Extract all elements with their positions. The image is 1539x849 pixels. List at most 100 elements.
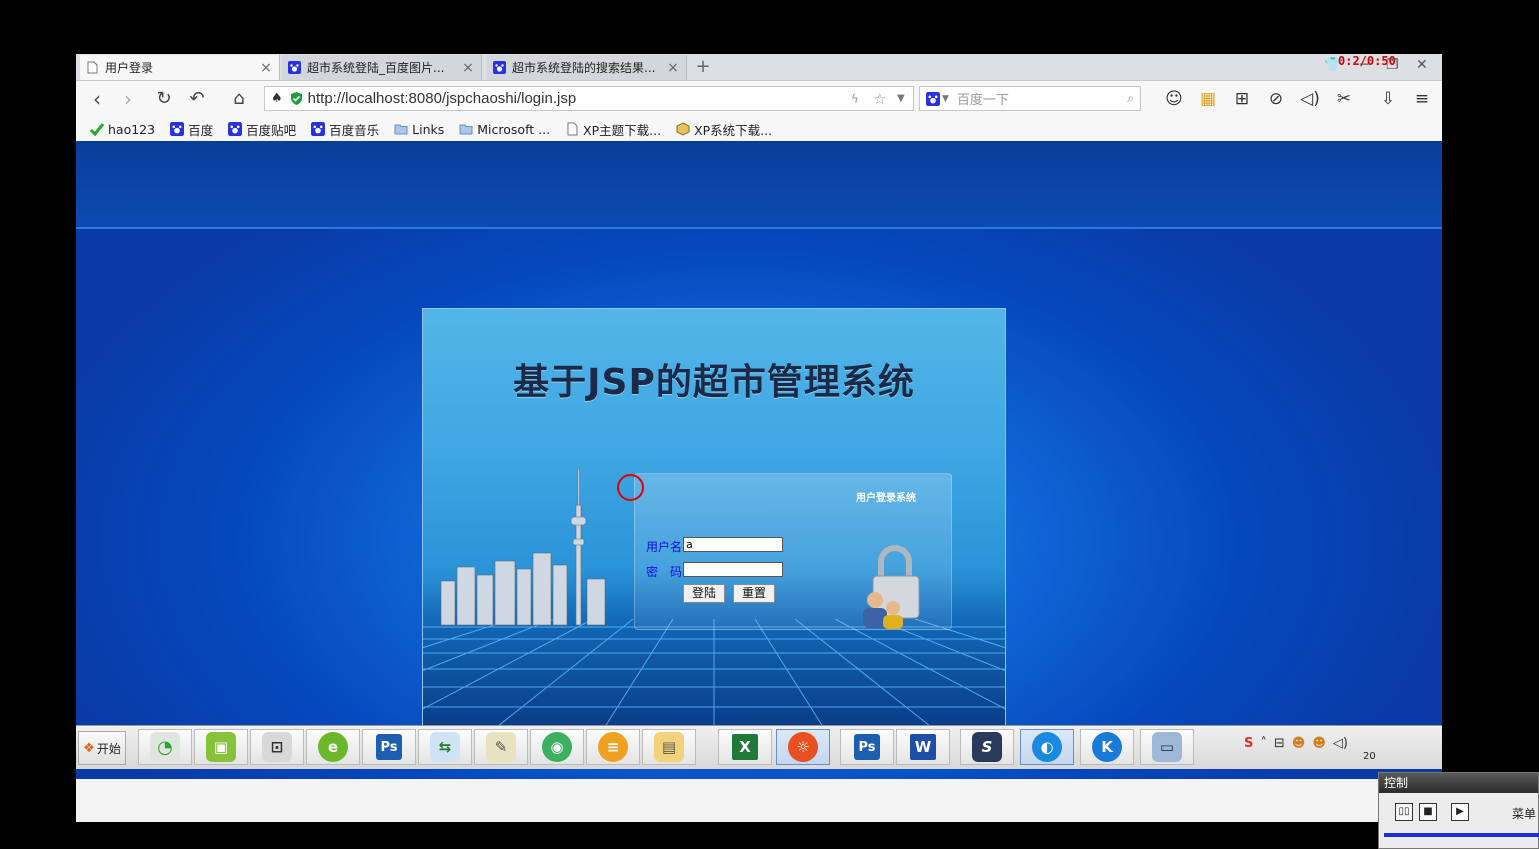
sogou-icon[interactable]: S	[1244, 736, 1253, 751]
search-icon[interactable]: ⌕	[1127, 91, 1134, 106]
reset-button[interactable]: 重置	[733, 584, 775, 603]
taskbar-app-android[interactable]: ▣	[194, 729, 248, 765]
new-tab-button[interactable]: +	[692, 57, 714, 77]
control-stop-button[interactable]: ■	[1419, 803, 1437, 821]
bookmark-folder-links[interactable]: Links	[394, 122, 444, 137]
tab-baidu-images[interactable]: 超市系统登陆_百度图片... ×	[282, 55, 482, 80]
transfer-icon: ⇆	[430, 732, 460, 762]
remote-desktop-icon: ▭	[1152, 732, 1182, 762]
photoshop-icon: Ps	[376, 734, 402, 760]
back-icon[interactable]: ‹	[86, 88, 108, 110]
taskbar-app-network[interactable]: ⊡	[250, 729, 304, 765]
tab-baidu-search[interactable]: 超市系统登陆的搜索结果... ×	[487, 55, 687, 80]
url-text: http://localhost:8080/jspchaoshi/login.j…	[307, 90, 577, 107]
chevron-down-icon[interactable]: ▼	[897, 93, 905, 104]
bookmark-hao123[interactable]: hao123	[90, 122, 155, 137]
login-subtitle: 用户登录系统	[856, 493, 916, 504]
control-pause-button[interactable]: ▯▯	[1395, 803, 1413, 821]
taskbar-app-kugou[interactable]: K	[1080, 729, 1134, 765]
login-box: 基于JSP的超市管理系统 用户登录系统 用户名 a 密 码 登陆 重置	[422, 308, 1006, 731]
compass-icon[interactable]: ⊘	[1266, 89, 1286, 109]
bookmark-label: Links	[412, 121, 445, 137]
taskbar-app-eclipse[interactable]: S	[960, 729, 1014, 765]
undo-icon[interactable]: ↶	[186, 88, 208, 110]
taskbar-app-photoshop[interactable]: Ps	[362, 729, 416, 765]
bookmark-music[interactable]: 百度音乐	[311, 120, 379, 139]
star-icon[interactable]: ☆	[873, 90, 886, 108]
username-input[interactable]	[683, 537, 783, 552]
bookmark-tieba[interactable]: 百度贴吧	[228, 120, 296, 139]
tab-label: 用户登录	[105, 61, 154, 75]
expand-tray-icon[interactable]: ˄	[1260, 736, 1267, 751]
speaker-icon[interactable]: ◁)	[1300, 89, 1320, 109]
login-button[interactable]: 登陆	[683, 584, 725, 603]
start-label: 开始	[96, 741, 121, 756]
chat-icon[interactable]: ☺	[1164, 89, 1184, 109]
control-window: 控制 ▯▯ ■ ▶ 菜单	[1378, 772, 1539, 849]
bookmark-xp-system[interactable]: XP系统下载...	[676, 120, 772, 139]
bookmark-label: Microsoft ...	[477, 121, 551, 137]
taskbar-app-transfer[interactable]: ⇆	[418, 729, 472, 765]
start-button[interactable]: ❖ 开始	[78, 731, 126, 765]
taskbar-app-globe[interactable]: ◉	[530, 729, 584, 765]
taskbar-app-excel[interactable]: X	[718, 729, 772, 765]
control-progress-bar	[1384, 833, 1539, 837]
bookmark-folder-microsoft[interactable]: Microsoft ...	[459, 122, 550, 137]
taskbar-app-wechat[interactable]: ◔	[138, 729, 192, 765]
scissors-icon[interactable]: ✂	[1334, 89, 1354, 109]
sun-icon: ☼	[788, 732, 818, 762]
address-bar[interactable]: ♠ http://localhost:8080/jspchaoshi/login…	[264, 86, 914, 111]
taskbar-app-sun[interactable]: ☼	[776, 729, 830, 765]
network-icon: ⊡	[262, 732, 292, 762]
restore-icon[interactable]: ❐	[1386, 57, 1399, 73]
volume-icon[interactable]: ◁)	[1333, 736, 1348, 751]
apps-icon[interactable]: ⊞	[1232, 89, 1252, 109]
system-tray: S ˄ ⊟ ☻ ☻ ◁)	[1244, 736, 1348, 751]
qq-icon[interactable]: ☻	[1292, 736, 1306, 751]
download-icon[interactable]: ⇩	[1378, 89, 1398, 109]
taskbar-app-word[interactable]: W	[896, 729, 950, 765]
eclipse-icon: S	[972, 732, 1002, 762]
taskbar-app-explorer[interactable]: ▤	[642, 729, 696, 765]
menu-icon[interactable]: ≡	[1412, 89, 1432, 109]
system-title: 基于JSP的超市管理系统	[513, 362, 915, 403]
taskbar-app-browser[interactable]: ◐	[1020, 729, 1074, 765]
close-icon[interactable]: ×	[666, 60, 680, 76]
qq-icon-2[interactable]: ☻	[1312, 736, 1326, 751]
minimize-icon[interactable]: ─	[1360, 57, 1368, 73]
windows-logo-icon: ❖	[83, 740, 95, 756]
chevron-down-icon[interactable]: ▼	[942, 94, 949, 104]
tab-login[interactable]: 用户登录 ×	[80, 55, 280, 80]
close-icon[interactable]: ×	[259, 60, 273, 76]
forward-icon[interactable]: ›	[117, 88, 139, 110]
dreamweaver-icon: e	[318, 732, 348, 762]
search-box[interactable]: ▼ 百度一下 ⌕	[919, 86, 1141, 111]
home-icon[interactable]: ⌂	[228, 88, 250, 110]
close-icon[interactable]: ×	[461, 60, 475, 76]
taskbar-app-dreamweaver[interactable]: e	[306, 729, 360, 765]
control-next-button[interactable]: ▶	[1451, 803, 1469, 821]
page-icon	[567, 122, 578, 136]
taskbar-app-remote[interactable]: ▭	[1140, 729, 1194, 765]
close-window-icon[interactable]: ✕	[1416, 57, 1428, 73]
taskbar-app-database[interactable]: ≡	[586, 729, 640, 765]
lightning-icon[interactable]: ϟ	[851, 92, 859, 106]
tools-icon: ✎	[486, 732, 516, 762]
browser-window: 用户登录 × 超市系统登陆_百度图片... × 超市系统登陆的搜索结果... ×…	[76, 54, 1442, 822]
bookmark-label: 百度贴吧	[246, 122, 297, 138]
refresh-icon[interactable]: ↻	[153, 88, 175, 110]
taskbar-app-photoshop-2[interactable]: Ps	[840, 729, 894, 765]
baidu-paw-icon	[493, 61, 506, 74]
password-input[interactable]	[683, 562, 783, 577]
incognito-icon: ♠	[271, 91, 283, 106]
folder-icon	[459, 124, 473, 135]
search-placeholder: 百度一下	[956, 93, 1009, 108]
bookmark-label: 百度音乐	[329, 122, 380, 138]
bookmark-xp-theme[interactable]: XP主题下载...	[565, 120, 661, 139]
control-menu-button[interactable]: 菜单	[1512, 805, 1536, 822]
tab-label: 超市系统登陆的搜索结果...	[512, 61, 656, 75]
network-tray-icon[interactable]: ⊟	[1274, 736, 1285, 751]
bookmark-baidu[interactable]: 百度	[170, 120, 213, 139]
theme-icon[interactable]: ▦	[1198, 89, 1218, 109]
taskbar-app-tools[interactable]: ✎	[474, 729, 528, 765]
